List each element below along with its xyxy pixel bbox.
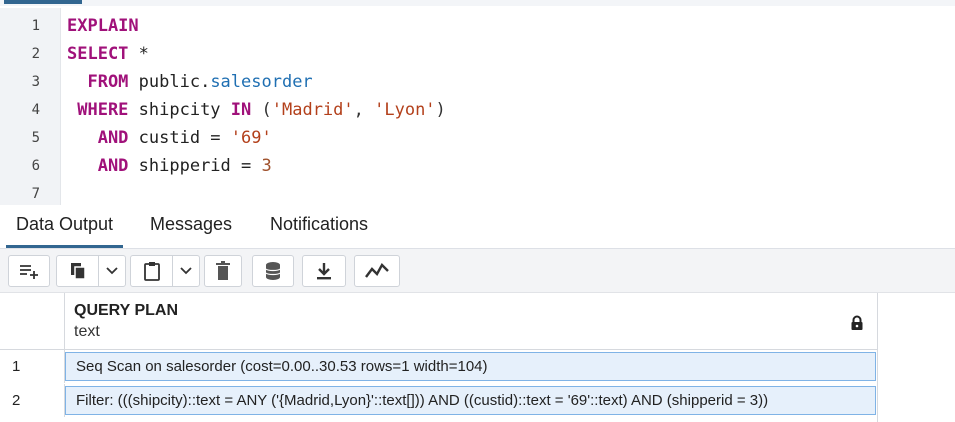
code-token: 'Lyon' [374,100,436,120]
code-token: , [353,100,375,120]
line-number: 2 [31,46,40,62]
line-number: 6 [31,158,40,174]
copy-button[interactable] [56,255,126,287]
tab-messages[interactable]: Messages [140,205,242,245]
query-plan-cell[interactable]: Seq Scan on salesorder (cost=0.00..30.53… [65,352,876,381]
line-number: 5 [31,130,40,146]
row-number: 2 [12,392,21,409]
result-toolbar [0,249,955,293]
column-title[interactable]: QUERY PLAN [74,302,178,320]
code-token: EXPLAIN [67,16,139,36]
code-token: custid = [128,128,231,148]
code-token: ) [435,100,446,120]
download-button[interactable] [302,255,346,287]
code-token: salesorder [210,72,313,92]
sql-editor[interactable]: 1 2 3 4 5 6 7 EXPLAIN SELECT * FROM publi… [0,0,955,205]
code-area[interactable]: EXPLAIN SELECT * FROM public.salesorder W… [60,8,955,205]
row-number: 1 [12,358,21,375]
paste-icon [132,261,172,281]
code-token: 3 [261,156,272,176]
code-line[interactable]: SELECT * [67,40,149,68]
code-line[interactable]: EXPLAIN [67,12,139,40]
table-row[interactable]: 2 Filter: (((shipcity)::text = ANY ('{Ma… [0,384,878,417]
grid-right-border [877,293,878,422]
save-data-icon [264,261,282,281]
table-row[interactable]: 1 Seq Scan on salesorder (cost=0.00..30.… [0,350,878,383]
column-type: text [74,323,100,340]
add-row-button[interactable] [8,255,50,287]
paste-button[interactable] [130,255,200,287]
copy-options-dropdown[interactable] [97,256,125,286]
code-token: shipcity [128,100,231,120]
code-line[interactable]: AND custid = '69' [67,124,272,152]
delete-icon [215,261,231,281]
save-data-button[interactable] [252,255,294,287]
code-token: 'Madrid' [271,100,354,120]
line-number: 3 [31,74,40,90]
code-token: AND [67,156,129,176]
code-token: FROM [67,72,129,92]
copy-icon [58,261,98,281]
result-tabs: Data Output Messages Notifications [0,205,955,249]
line-number: 1 [31,18,40,34]
graph-visualiser-button[interactable] [354,255,400,287]
code-line[interactable]: AND shipperid = 3 [67,152,272,180]
row-number-header [0,293,65,349]
delete-button[interactable] [204,255,242,287]
code-token: WHERE [67,100,129,120]
line-number: 4 [31,102,40,118]
code-token: AND [67,128,129,148]
paste-options-dropdown[interactable] [171,256,199,286]
chevron-down-icon [179,267,192,275]
tab-notifications[interactable]: Notifications [260,205,378,245]
code-token: '69' [230,128,272,148]
editor-active-tab-indicator [4,0,82,4]
code-token: SELECT [67,44,129,64]
code-token: ( [251,100,272,120]
code-token: * [128,44,149,64]
tab-data-output[interactable]: Data Output [6,205,124,248]
code-token: public. [128,72,211,92]
download-icon [315,261,333,281]
code-token: IN [230,100,252,120]
result-grid: QUERY PLAN text 1 Seq Scan on salesorder… [0,293,878,422]
line-number-gutter: 1 2 3 4 5 6 7 [0,8,61,205]
graph-visualiser-icon [365,263,389,279]
query-plan-cell[interactable]: Filter: (((shipcity)::text = ANY ('{Madr… [65,386,876,415]
line-number: 7 [31,186,40,202]
code-token: shipperid = [128,156,262,176]
code-line[interactable]: FROM public.salesorder [67,68,313,96]
code-line[interactable]: WHERE shipcity IN ('Madrid', 'Lyon') [67,96,446,124]
chevron-down-icon [105,267,118,275]
lock-icon [850,315,864,336]
add-row-icon [18,262,40,280]
grid-header: QUERY PLAN text [0,293,878,350]
editor-top-bar [0,0,955,6]
